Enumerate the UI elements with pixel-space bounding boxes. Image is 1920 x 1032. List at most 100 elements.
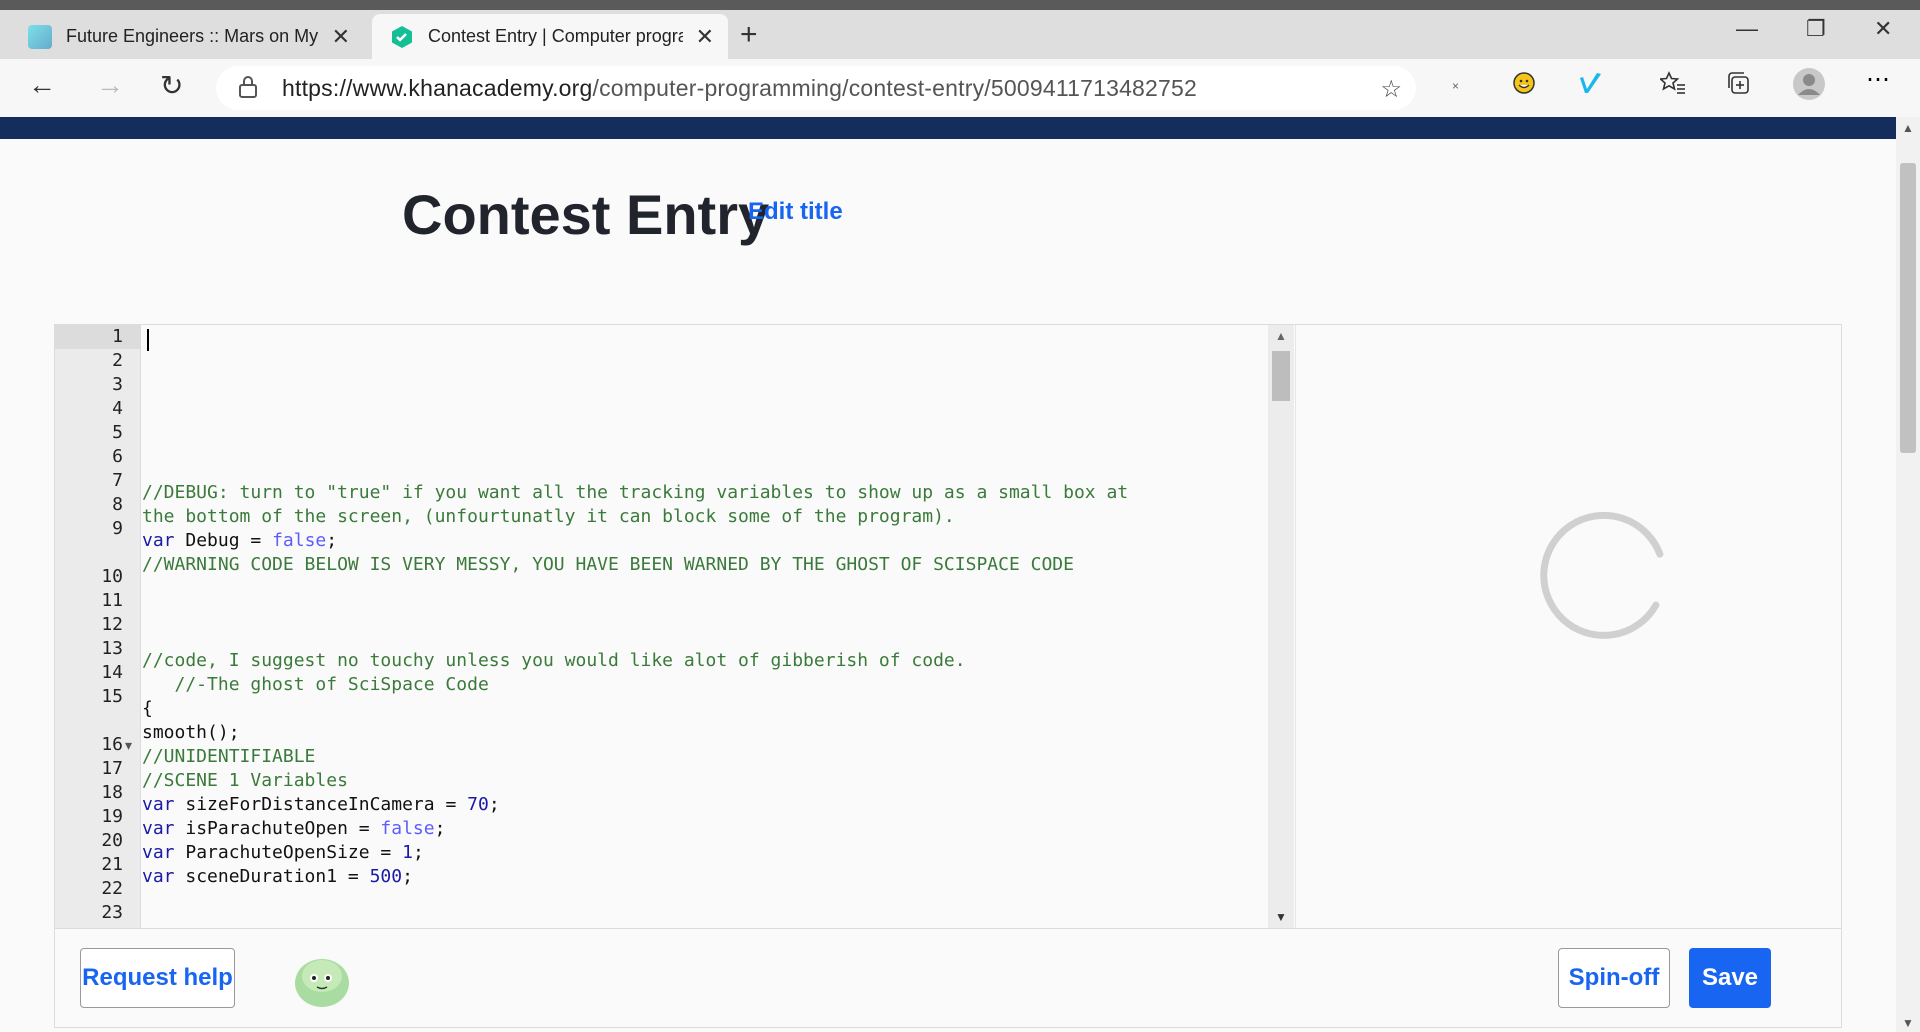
avatar[interactable] bbox=[293, 954, 351, 1008]
code-scrollbar-thumb[interactable] bbox=[1272, 351, 1290, 401]
line-number: 12 bbox=[101, 614, 123, 635]
punct: ; bbox=[488, 794, 500, 815]
line-number: 11 bbox=[101, 590, 123, 611]
future-engineers-favicon-icon bbox=[28, 24, 52, 49]
spin-off-button[interactable]: Spin-off bbox=[1558, 948, 1670, 1008]
program-editor: 1 2 3 4 5 6 7 8 9 10 11 12 13 14 15 16 ▾ 17 18 19 20 21 22 23 /… bbox=[54, 324, 1842, 1028]
save-button[interactable]: Save bbox=[1689, 948, 1771, 1008]
code-line-20: var sizeForDistanceInCamera = 70; bbox=[142, 793, 500, 817]
program-output-preview[interactable] bbox=[1295, 325, 1841, 928]
code-line-11: //WARNING CODE BELOW IS VERY MESSY, YOU … bbox=[142, 554, 1074, 575]
punct: ; bbox=[326, 530, 338, 551]
code-line-9-wrap: the bottom of the screen, (unfourtunatly… bbox=[142, 506, 955, 527]
lock-icon[interactable] bbox=[238, 75, 258, 99]
line-number: 18 bbox=[101, 782, 123, 803]
window-top-edge bbox=[0, 0, 1920, 10]
code-line-15: //code, I suggest no touchy unless you w… bbox=[142, 650, 966, 671]
url-path: /computer-programming/contest-entry/5009… bbox=[592, 75, 1198, 101]
identifier: ParachuteOpenSize = bbox=[174, 842, 403, 863]
line-number: 10 bbox=[101, 566, 123, 587]
url-domain: https://www.khanacademy.org bbox=[282, 75, 593, 101]
punct: ; bbox=[412, 842, 424, 863]
page-scrollbar[interactable]: ▲ ▼ bbox=[1896, 117, 1920, 1032]
punct: ; bbox=[402, 866, 413, 887]
tab-title: Contest Entry | Computer progra bbox=[428, 26, 683, 46]
favorites-list-icon[interactable] bbox=[1658, 71, 1686, 102]
minimize-icon[interactable]: — bbox=[1736, 16, 1758, 42]
line-number: 4 bbox=[112, 398, 123, 419]
code-line-9: //DEBUG: turn to "true" if you want all … bbox=[142, 482, 1129, 503]
code-editor[interactable]: //DEBUG: turn to "true" if you want all … bbox=[142, 325, 1267, 928]
identifier: sceneDuration1 = bbox=[174, 866, 370, 887]
line-number: 9 bbox=[112, 518, 123, 539]
close-window-icon[interactable]: ✕ bbox=[1874, 16, 1892, 42]
line-number: 8 bbox=[112, 494, 123, 515]
editor-footer: Request help Spin-off Save bbox=[55, 928, 1841, 1027]
page-title: Contest Entry bbox=[402, 183, 770, 246]
code-line-17: smooth(); bbox=[142, 722, 240, 743]
emoji-extension-icon[interactable] bbox=[1512, 71, 1536, 102]
line-number: 1 bbox=[55, 325, 141, 349]
address-bar[interactable]: https://www.khanacademy.org/computer-pro… bbox=[216, 66, 1416, 110]
request-help-button[interactable]: Request help bbox=[80, 948, 235, 1008]
code-line-10: var Debug = false; bbox=[142, 529, 337, 553]
code-line-21: var isParachuteOpen = false; bbox=[142, 817, 445, 841]
reload-icon[interactable]: ↻ bbox=[160, 69, 183, 102]
keyword: var bbox=[142, 818, 175, 839]
forward-arrow-icon[interactable]: → bbox=[96, 69, 124, 101]
code-line-23: var sceneDuration1 = 500; bbox=[142, 865, 413, 889]
scroll-down-arrow-icon[interactable]: ▼ bbox=[1902, 1016, 1914, 1030]
identifier: isParachuteOpen = bbox=[174, 818, 381, 839]
line-number: 20 bbox=[101, 830, 123, 851]
loading-spinner-icon bbox=[1540, 511, 1664, 639]
browser-tab-strip: Future Engineers :: Mars on My N ✕ Conte… bbox=[0, 0, 1920, 59]
line-number: 5 bbox=[112, 422, 123, 443]
punct: ; bbox=[434, 818, 446, 839]
page-scrollbar-thumb[interactable] bbox=[1900, 163, 1916, 453]
collections-icon[interactable] bbox=[1726, 71, 1752, 102]
line-number: 21 bbox=[101, 854, 123, 875]
line-number: 7 bbox=[112, 470, 123, 491]
line-number: 13 bbox=[101, 638, 123, 659]
fold-arrow-icon[interactable]: ▾ bbox=[125, 733, 132, 757]
literal: false bbox=[380, 818, 435, 839]
restore-icon[interactable]: ❐ bbox=[1806, 16, 1826, 42]
line-number: 14 bbox=[101, 662, 123, 683]
more-menu-icon[interactable]: ⋯ bbox=[1866, 65, 1890, 94]
literal: 500 bbox=[369, 866, 403, 887]
line-number-gutter: 1 2 3 4 5 6 7 8 9 10 11 12 13 14 15 16 ▾ 17 18 19 20 21 22 23 bbox=[55, 325, 141, 928]
profile-avatar-icon[interactable] bbox=[1792, 67, 1826, 108]
scroll-up-arrow-icon[interactable]: ▲ bbox=[1902, 121, 1914, 135]
code-line-19: //SCENE 1 Variables bbox=[142, 770, 348, 791]
literal: 1 bbox=[402, 842, 413, 863]
browser-tab-future-engineers[interactable]: Future Engineers :: Mars on My N ✕ bbox=[10, 14, 364, 59]
close-tab-icon[interactable]: ✕ bbox=[696, 24, 714, 50]
code-line-15-wrap: //-The ghost of SciSpace Code bbox=[142, 674, 489, 695]
line-number: 22 bbox=[101, 878, 123, 899]
line-number: 19 bbox=[101, 806, 123, 827]
edit-title-link[interactable]: Edit title bbox=[748, 198, 843, 226]
scroll-down-arrow-icon[interactable]: ▼ bbox=[1275, 910, 1287, 924]
scroll-up-arrow-icon[interactable]: ▲ bbox=[1275, 329, 1287, 343]
extension-dot-icon[interactable]: × bbox=[1452, 79, 1459, 93]
code-scrollbar[interactable]: ▲ ▼ bbox=[1268, 325, 1294, 928]
khan-academy-favicon-icon bbox=[390, 25, 414, 49]
code-line-22: var ParachuteOpenSize = 1; bbox=[142, 841, 424, 865]
add-favorite-star-icon[interactable]: ☆ bbox=[1380, 75, 1402, 104]
back-arrow-icon[interactable]: ← bbox=[28, 69, 56, 101]
close-tab-icon[interactable]: ✕ bbox=[332, 24, 350, 50]
url-text: https://www.khanacademy.org/computer-pro… bbox=[282, 75, 1197, 102]
browser-tab-contest-entry[interactable]: Contest Entry | Computer progra ✕ bbox=[372, 14, 728, 59]
vimeo-extension-icon[interactable] bbox=[1578, 71, 1604, 102]
code-line-18: //UNIDENTIFIABLE bbox=[142, 746, 316, 767]
browser-toolbar: ← → ↻ https://www.khanacademy.org/comput… bbox=[0, 59, 1920, 117]
keyword: var bbox=[142, 530, 175, 551]
line-number: 2 bbox=[112, 350, 123, 371]
literal: false bbox=[272, 530, 327, 551]
new-tab-icon[interactable]: + bbox=[740, 18, 758, 52]
identifier: sizeForDistanceInCamera = bbox=[174, 794, 468, 815]
line-number: 15 bbox=[101, 686, 123, 707]
keyword: var bbox=[142, 842, 175, 863]
line-number: 6 bbox=[112, 446, 123, 467]
site-nav-band bbox=[0, 117, 1896, 139]
